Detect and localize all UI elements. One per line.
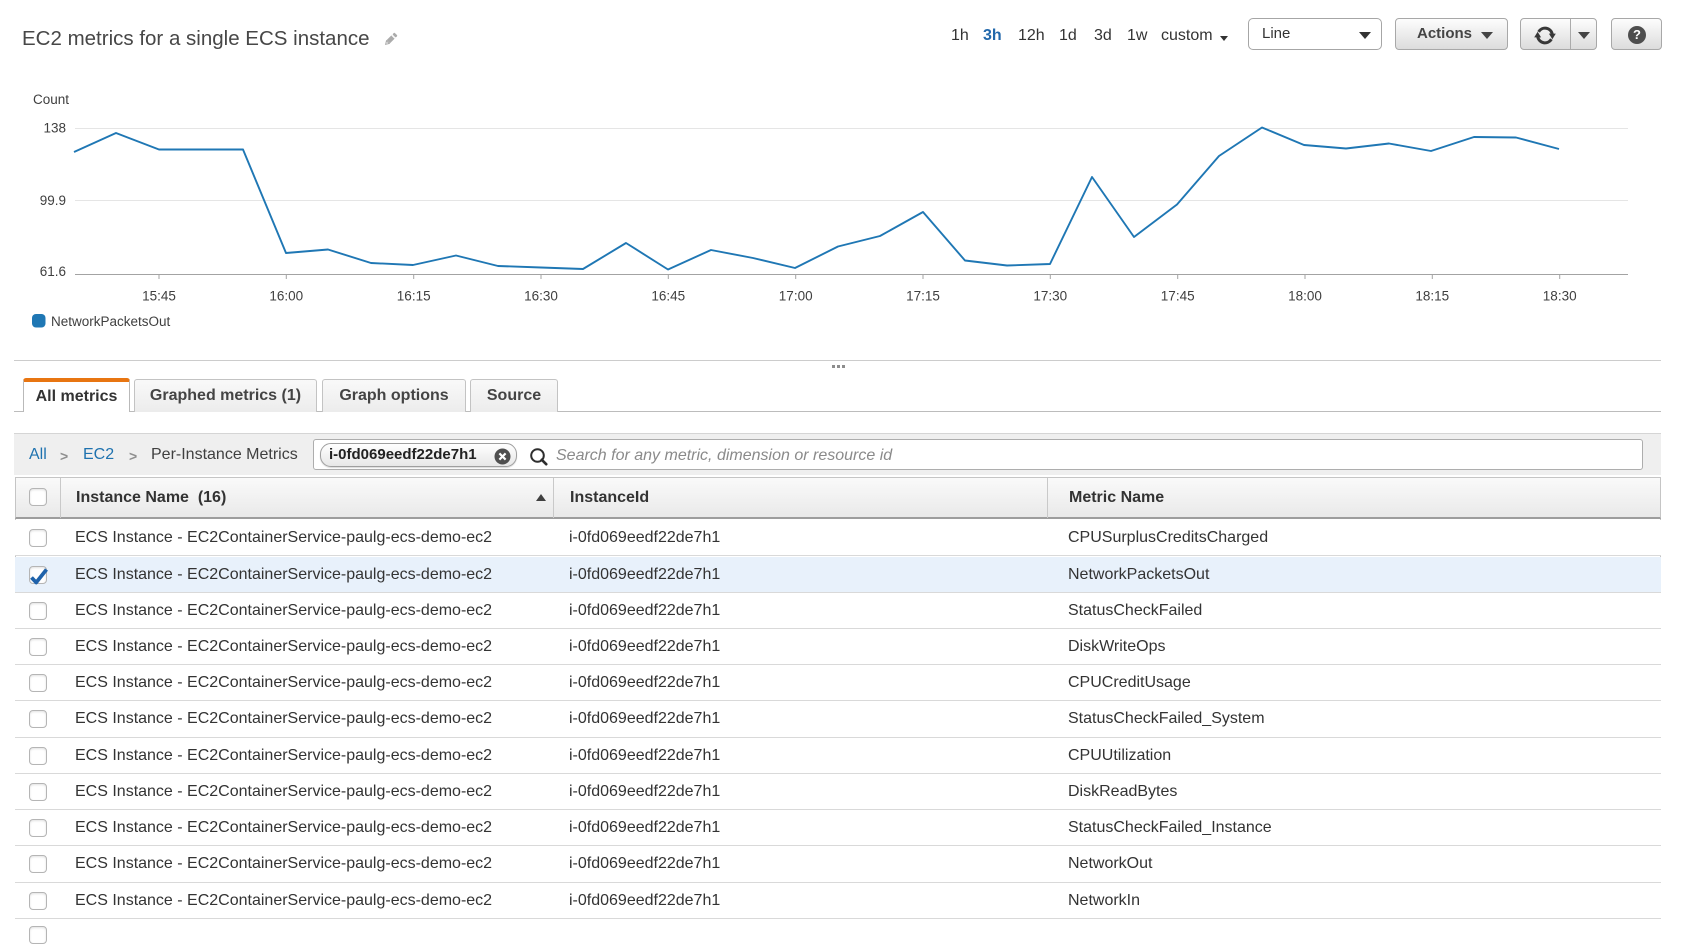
svg-text:138: 138 [43,121,66,136]
svg-text:15:45: 15:45 [142,289,176,304]
svg-text:17:45: 17:45 [1161,289,1195,304]
svg-text:18:15: 18:15 [1415,289,1449,304]
svg-text:99.9: 99.9 [40,193,66,208]
svg-text:16:15: 16:15 [397,289,431,304]
svg-text:17:00: 17:00 [779,289,813,304]
svg-text:16:45: 16:45 [651,289,685,304]
svg-text:18:30: 18:30 [1543,289,1577,304]
svg-text:NetworkPacketsOut: NetworkPacketsOut [51,314,171,329]
svg-text:61.6: 61.6 [40,264,66,279]
svg-text:Count: Count [33,92,69,107]
svg-text:18:00: 18:00 [1288,289,1322,304]
svg-text:17:30: 17:30 [1033,289,1067,304]
svg-text:16:00: 16:00 [269,289,303,304]
svg-text:16:30: 16:30 [524,289,558,304]
svg-text:17:15: 17:15 [906,289,940,304]
